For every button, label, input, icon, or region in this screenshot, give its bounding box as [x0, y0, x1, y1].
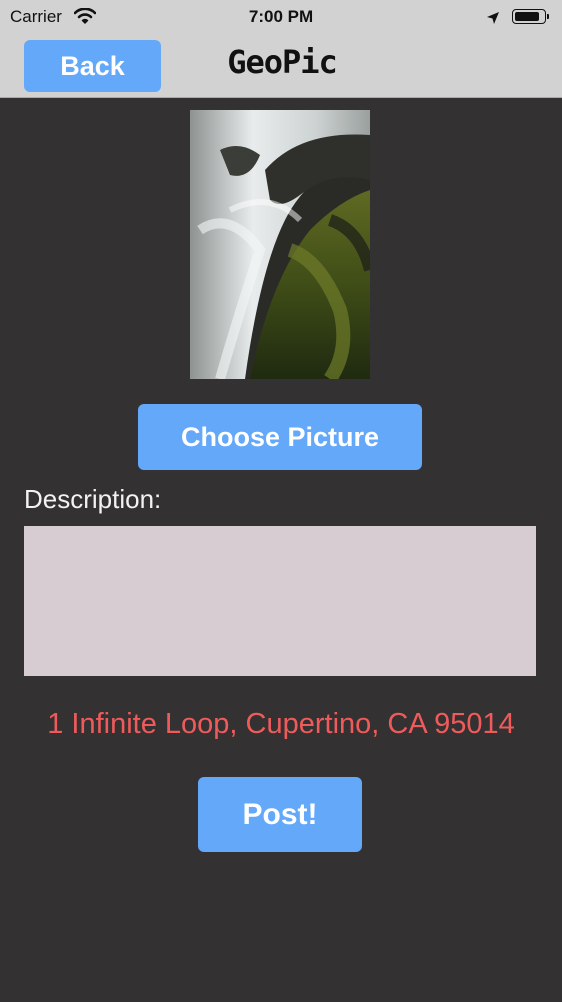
back-button[interactable]: Back: [24, 40, 161, 92]
post-button[interactable]: Post!: [198, 777, 362, 852]
status-bar: Carrier 7:00 PM: [0, 0, 562, 33]
battery-level: [515, 12, 539, 21]
description-label: Description:: [24, 484, 162, 514]
page-title: GeoPic: [227, 43, 338, 81]
location-arrow-icon: [486, 10, 500, 30]
description-field[interactable]: [24, 526, 536, 676]
nav-bar: Back GeoPic: [0, 33, 562, 98]
battery-icon: [512, 9, 549, 24]
selected-photo: [190, 110, 370, 379]
location-address: 1 Infinite Loop, Cupertino, CA 95014: [47, 708, 515, 740]
status-time: 7:00 PM: [248, 7, 314, 26]
choose-picture-button[interactable]: Choose Picture: [138, 404, 422, 470]
